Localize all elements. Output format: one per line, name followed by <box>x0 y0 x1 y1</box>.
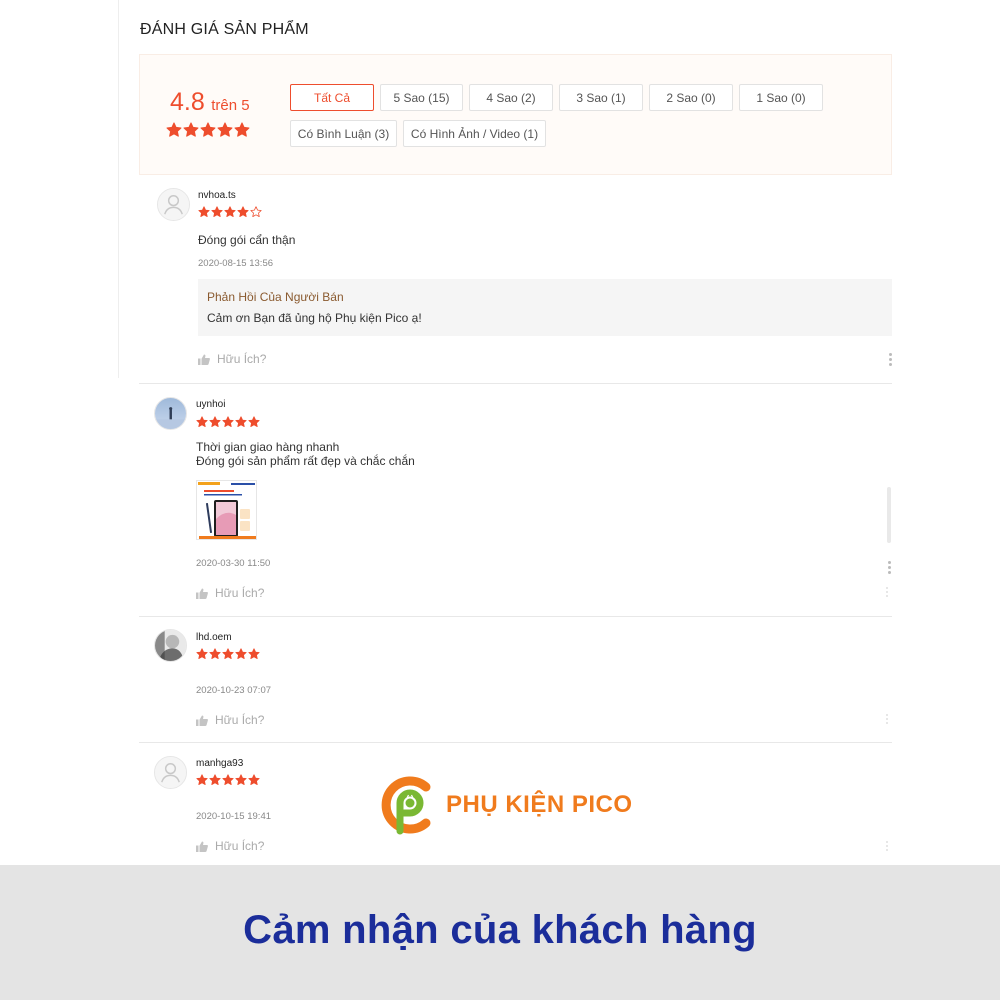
image-scrollbar[interactable] <box>887 487 891 543</box>
star-filled-icon <box>235 774 247 786</box>
review-comment-line-1: Thời gian giao hàng nhanh <box>196 440 340 454</box>
star-filled-icon <box>248 774 260 786</box>
star-empty-icon <box>250 206 262 218</box>
left-divider <box>118 0 119 378</box>
review-username: lhd.oem <box>196 632 232 643</box>
default-user-icon <box>157 188 190 221</box>
more-options-icon[interactable] <box>884 840 890 854</box>
helpful-label: Hữu Ích? <box>215 586 265 600</box>
filter-1-star-button[interactable]: 1 Sao (0) <box>739 84 823 111</box>
review-date: 2020-10-15 19:41 <box>196 811 272 822</box>
helpful-label: Hữu Ích? <box>215 839 265 853</box>
thumbs-up-icon <box>196 841 208 852</box>
star-filled-icon <box>234 122 250 138</box>
footer-band: Cảm nhận của khách hàng <box>0 865 1000 1000</box>
filter-4-star-button[interactable]: 4 Sao (2) <box>469 84 553 111</box>
rating-suffix: trên 5 <box>211 97 250 114</box>
section-title: ĐÁNH GIÁ SẢN PHẨM <box>140 21 309 38</box>
helpful-button[interactable]: Hữu Ích? <box>196 586 264 600</box>
helpful-button[interactable]: Hữu Ích? <box>198 352 266 366</box>
thumbs-up-icon <box>196 715 208 726</box>
rating-overview: 4.8 trên 5 Tất Cả 5 Sao (15) 4 Sao (2) 3… <box>139 54 892 175</box>
helpful-label: Hữu Ích? <box>217 352 267 366</box>
star-filled-icon <box>196 416 208 428</box>
star-filled-icon <box>196 648 208 660</box>
thumbs-up-icon <box>196 588 208 599</box>
review-comment: Đóng gói cẩn thận <box>198 233 296 247</box>
review-photo[interactable] <box>196 480 257 540</box>
review-stars <box>196 774 260 786</box>
more-options-icon[interactable] <box>886 560 892 574</box>
review-stars <box>196 648 260 660</box>
photo-avatar <box>154 629 187 662</box>
default-user-icon <box>154 756 187 789</box>
filter-with-comment-button[interactable]: Có Bình Luận (3) <box>290 120 397 147</box>
star-filled-icon <box>166 122 182 138</box>
filter-5-star-button[interactable]: 5 Sao (15) <box>380 84 463 111</box>
helpful-button[interactable]: Hữu Ích? <box>196 713 264 727</box>
star-filled-icon <box>222 416 234 428</box>
star-filled-icon <box>248 648 260 660</box>
review-username: nvhoa.ts <box>198 190 236 201</box>
seller-reply-title: Phản Hồi Của Người Bán <box>207 290 344 304</box>
star-filled-icon <box>183 122 199 138</box>
overview-stars <box>166 122 250 138</box>
star-filled-icon <box>211 206 223 218</box>
review-username: uynhoi <box>196 399 226 410</box>
review-date: 2020-08-15 13:56 <box>198 258 274 269</box>
review-stars <box>196 416 260 428</box>
seller-reply-text: Cảm ơn Bạn đã ủng hộ Phụ kiện Pico ạ! <box>207 311 422 325</box>
star-filled-icon <box>209 648 221 660</box>
seller-reply: Phản Hồi Của Người Bán Cảm ơn Bạn đã ủng… <box>198 279 892 336</box>
star-filled-icon <box>235 648 247 660</box>
more-options-icon[interactable] <box>884 586 890 600</box>
helpful-label: Hữu Ích? <box>215 713 265 727</box>
star-filled-icon <box>217 122 233 138</box>
star-filled-icon <box>209 774 221 786</box>
brand-name: PHỤ KIỆN PICO <box>446 791 633 818</box>
star-filled-icon <box>235 416 247 428</box>
footer-caption: Cảm nhận của khách hàng <box>243 908 757 952</box>
star-filled-icon <box>248 416 260 428</box>
filter-3-star-button[interactable]: 3 Sao (1) <box>559 84 643 111</box>
review-username: manhga93 <box>196 758 244 769</box>
thumbs-up-icon <box>198 354 210 365</box>
rating-score: 4.8 trên 5 <box>170 88 250 117</box>
more-options-icon[interactable] <box>884 713 890 727</box>
star-filled-icon <box>198 206 210 218</box>
star-filled-icon <box>224 206 236 218</box>
more-options-icon[interactable] <box>887 352 893 366</box>
star-filled-icon <box>237 206 249 218</box>
star-filled-icon <box>222 648 234 660</box>
review-stars <box>198 206 262 218</box>
rating-value: 4.8 <box>170 88 205 116</box>
brand-logo-icon <box>381 776 431 835</box>
filter-all-button[interactable]: Tất Cả <box>290 84 374 111</box>
photo-avatar <box>154 397 187 430</box>
star-filled-icon <box>209 416 221 428</box>
brand-watermark: PHỤ KIỆN PICO <box>380 773 633 837</box>
review-comment-line-2: Đóng gói sản phẩm rất đẹp và chắc chắn <box>196 454 415 468</box>
filter-2-star-button[interactable]: 2 Sao (0) <box>649 84 733 111</box>
star-filled-icon <box>196 774 208 786</box>
star-filled-icon <box>200 122 216 138</box>
review-date: 2020-03-30 11:50 <box>196 558 271 569</box>
review-date: 2020-10-23 07:07 <box>196 685 272 696</box>
helpful-button[interactable]: Hữu Ích? <box>196 839 264 853</box>
review-item: uynhoi Thời gian giao hàng nhanh Đóng gó… <box>139 384 892 617</box>
filter-with-media-button[interactable]: Có Hình Ảnh / Video (1) <box>403 120 546 147</box>
review-item: nvhoa.ts Đóng gói cẩn thận 2020-08-15 13… <box>139 175 892 384</box>
star-filled-icon <box>222 774 234 786</box>
review-item: lhd.oem 2020-10-23 07:07 Hữu Ích? <box>139 617 892 743</box>
